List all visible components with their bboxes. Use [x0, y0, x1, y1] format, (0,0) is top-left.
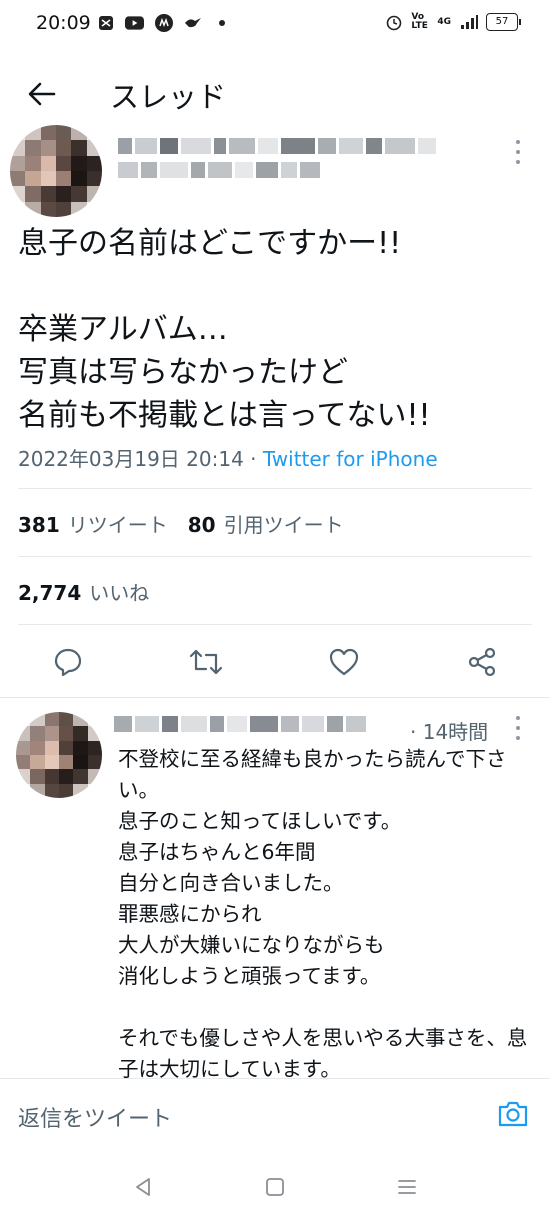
retweet-label: リツイート — [67, 513, 168, 537]
tweet-actions — [0, 640, 550, 684]
tweet-date: 2022年03月19日 20:14 — [18, 447, 244, 471]
retweet-count: 381 — [18, 513, 60, 537]
notification-app-icon — [96, 13, 115, 32]
system-icons: Vo LTE 4G 57 — [384, 11, 521, 31]
like-button[interactable] — [324, 642, 364, 682]
system-nav-bar — [0, 1146, 550, 1222]
divider — [18, 556, 532, 557]
nav-menu-button[interactable] — [392, 1172, 422, 1202]
retweets-link[interactable]: 381 リツイート — [18, 513, 168, 537]
tweet-source-link[interactable]: Twitter for iPhone — [263, 447, 438, 471]
youtube-icon — [125, 13, 144, 32]
like-count: 2,774 — [18, 581, 82, 605]
nav-home-button[interactable] — [260, 1172, 290, 1202]
reply-author-avatar[interactable] — [16, 712, 102, 798]
retweet-icon — [189, 649, 223, 675]
heart-icon — [329, 648, 359, 676]
mercari-icon — [154, 13, 173, 32]
author-name-blurred — [118, 138, 468, 198]
camera-button[interactable] — [496, 1097, 530, 1131]
arrow-left-icon — [28, 82, 56, 106]
alarm-icon — [384, 12, 403, 31]
volte-label: Vo LTE — [411, 11, 428, 31]
bird-app-icon — [183, 13, 202, 32]
reply-composer: 返信をツイート — [0, 1078, 550, 1147]
signal-icon — [459, 12, 478, 31]
dot-indicator-icon — [212, 13, 231, 32]
network-label: 4G — [437, 16, 451, 27]
reply-button[interactable] — [48, 642, 88, 682]
reply-icon — [54, 648, 82, 677]
page-title: スレッド — [110, 80, 227, 114]
camera-icon — [498, 1101, 528, 1127]
triangle-back-icon — [136, 1178, 150, 1196]
battery-icon: 57 — [486, 12, 521, 31]
tweet-text: 息子の名前はどこですかー!! 卒業アルバム… 写真は写らなかったけど 名前も不掲… — [18, 226, 431, 433]
share-button[interactable] — [462, 642, 502, 682]
like-label: いいね — [89, 581, 150, 605]
retweet-button[interactable] — [186, 642, 226, 682]
divider — [18, 624, 532, 625]
notification-icons — [96, 13, 231, 32]
divider — [18, 488, 532, 489]
reply-more-options-icon[interactable] — [513, 716, 523, 740]
author-avatar[interactable] — [10, 125, 102, 217]
like-stats[interactable]: 2,774 いいね — [18, 577, 149, 606]
quotes-link[interactable]: 80 引用ツイート — [188, 513, 344, 537]
menu-lines-icon — [398, 1180, 416, 1194]
meta-separator: · — [243, 447, 263, 471]
section-separator — [0, 697, 550, 698]
quote-label: 引用ツイート — [223, 513, 344, 537]
more-options-icon[interactable] — [513, 140, 523, 164]
share-icon — [468, 647, 496, 677]
square-home-icon — [266, 1178, 284, 1196]
status-time: 20:09 — [36, 12, 91, 34]
back-button[interactable] — [22, 74, 62, 114]
reply-author-name-blurred — [114, 716, 384, 738]
reply-input[interactable]: 返信をツイート — [18, 1101, 172, 1133]
reply-text: 不登校に至る経緯も良かったら読んで下さい。 息子のこと知ってほしいです。 息子は… — [118, 747, 528, 1081]
retweet-stats: 381 リツイート 80 引用ツイート — [18, 509, 344, 538]
thread-header: スレッド — [0, 60, 550, 124]
status-bar: 20:09 Vo LTE 4G 57 — [0, 0, 550, 48]
quote-count: 80 — [187, 513, 216, 537]
nav-back-button[interactable] — [128, 1172, 158, 1202]
reply-timestamp: · 14時間 — [410, 720, 489, 744]
tweet-meta: 2022年03月19日 20:14 · Twitter for iPhone — [18, 443, 438, 472]
